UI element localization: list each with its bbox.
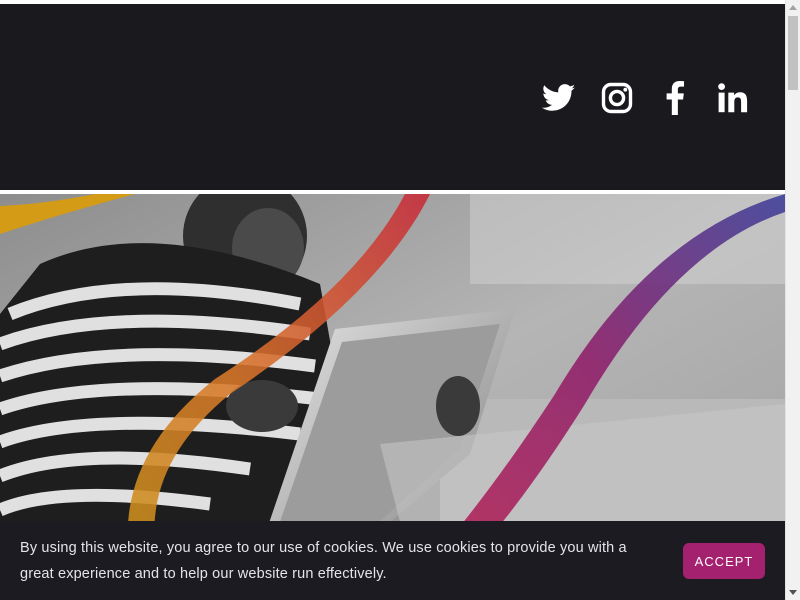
facebook-link[interactable] <box>657 80 693 116</box>
scroll-up-arrow-icon[interactable] <box>789 5 797 10</box>
cookie-message: By using this website, you agree to our … <box>20 540 627 582</box>
scroll-thumb[interactable] <box>788 16 798 90</box>
linkedin-link[interactable] <box>715 80 751 116</box>
scroll-down-arrow-icon[interactable] <box>789 590 797 595</box>
linkedin-icon <box>718 83 748 113</box>
site-header <box>0 4 785 190</box>
social-links <box>541 80 751 116</box>
twitter-icon <box>542 84 576 112</box>
instagram-link[interactable] <box>599 80 635 116</box>
cookie-banner: By using this website, you agree to our … <box>0 521 785 600</box>
page: By using this website, you agree to our … <box>0 0 785 600</box>
accept-cookies-button[interactable]: ACCEPT <box>683 543 765 579</box>
facebook-icon <box>665 81 685 115</box>
instagram-icon <box>601 82 633 114</box>
page-scrollbar[interactable] <box>785 0 800 600</box>
twitter-link[interactable] <box>541 80 577 116</box>
